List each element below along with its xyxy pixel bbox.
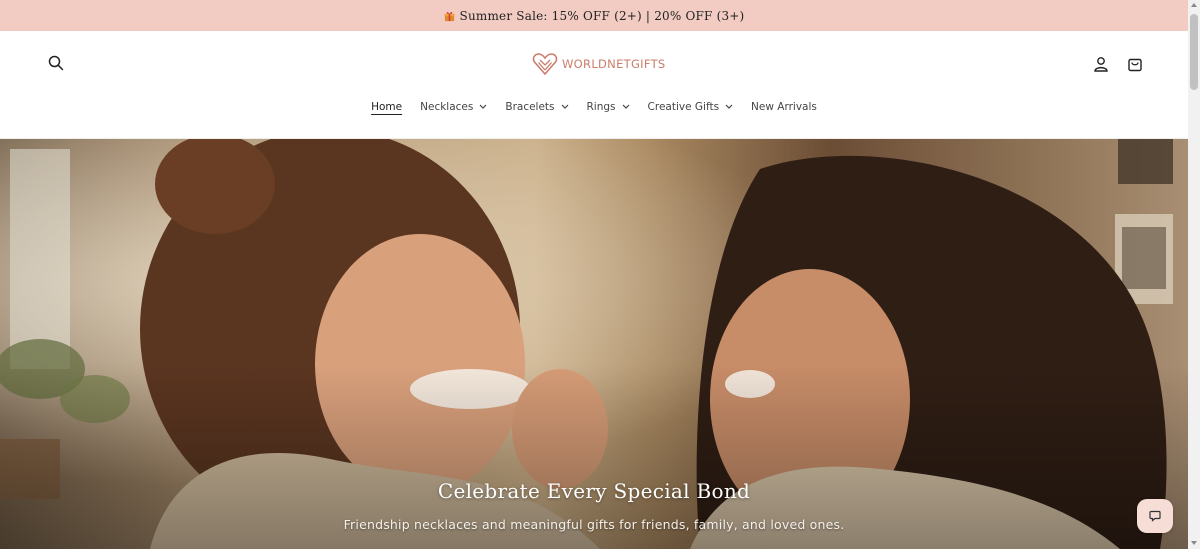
nav-label: Rings (586, 101, 616, 113)
nav-label: New Arrivals (751, 101, 817, 113)
scroll-down-arrow-icon[interactable] (1191, 541, 1197, 545)
nav-item-creative-gifts[interactable]: Creative Gifts (648, 97, 734, 117)
site-header: WORLDNETGIFTS Home Necklaces Bracelets R… (0, 31, 1188, 139)
chevron-down-icon (725, 104, 733, 109)
chat-button[interactable] (1137, 499, 1173, 533)
scroll-up-arrow-icon[interactable] (1191, 3, 1197, 7)
nav-label: Creative Gifts (647, 101, 720, 113)
cart-icon (1128, 58, 1142, 72)
search-button[interactable] (44, 51, 68, 75)
chevron-down-icon (622, 104, 629, 109)
chevron-down-icon (479, 104, 487, 109)
cart-button[interactable] (1123, 52, 1147, 76)
announcement-text: Summer Sale: 15% OFF (2+) | 20% OFF (3+) (459, 8, 745, 23)
account-icon (1094, 57, 1108, 72)
vertical-scrollbar[interactable] (1188, 0, 1200, 549)
nav-item-home[interactable]: Home (371, 97, 402, 117)
chevron-down-icon (561, 104, 568, 109)
nav-label: Necklaces (420, 101, 474, 113)
gift-icon (444, 12, 455, 22)
hero-banner[interactable]: Celebrate Every Special Bond Friendship … (0, 139, 1188, 549)
hero-subtitle: Friendship necklaces and meaningful gift… (343, 517, 845, 532)
nav-label: Bracelets (505, 101, 555, 113)
nav-label: Home (371, 101, 403, 113)
scrollbar-thumb[interactable] (1190, 14, 1198, 90)
account-button[interactable] (1089, 52, 1113, 76)
announcement-bar: Summer Sale: 15% OFF (2+) | 20% OFF (3+) (0, 0, 1188, 31)
search-icon (48, 55, 64, 71)
nav-item-necklaces[interactable]: Necklaces (420, 97, 487, 117)
nav-item-bracelets[interactable]: Bracelets (505, 97, 568, 117)
nav-item-rings[interactable]: Rings (587, 97, 630, 117)
hero-title: Celebrate Every Special Bond (437, 479, 751, 503)
logo-text: WORLDNETGIFTS (562, 57, 666, 71)
nav-item-new-arrivals[interactable]: New Arrivals (751, 97, 817, 117)
site-logo[interactable]: WORLDNETGIFTS (532, 51, 666, 77)
chat-icon (1149, 510, 1161, 522)
heart-logo-icon (532, 53, 558, 76)
main-nav: Home Necklaces Bracelets Rings Creative … (0, 95, 1188, 119)
